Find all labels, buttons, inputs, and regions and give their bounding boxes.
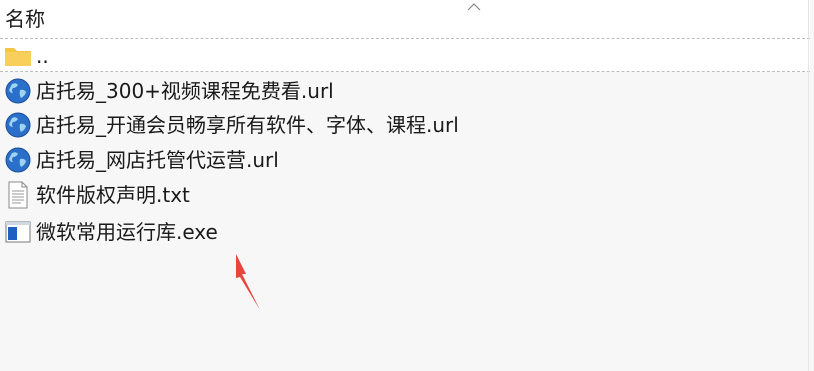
file-row-url-membership[interactable]: 店托易_开通会员畅享所有软件、字体、课程.url [0,108,810,142]
file-row-copyright-txt[interactable]: 软件版权声明.txt [0,178,810,212]
file-name: .. [36,44,49,68]
file-name: 微软常用运行库.exe [36,220,218,244]
file-name: 软件版权声明.txt [36,183,190,207]
file-name: 店托易_300+视频课程免费看.url [36,79,334,103]
file-row-url-store-management[interactable]: 店托易_网店托管代运营.url [0,143,810,177]
file-row-runtime-exe[interactable]: 微软常用运行库.exe [0,215,810,249]
red-arrow-annotation [236,254,260,310]
text-file-icon [8,181,28,209]
sort-ascending-icon[interactable] [467,2,481,12]
column-header: 名称 [0,0,810,38]
file-row-parent-folder[interactable]: .. [0,38,810,72]
pane-border [808,38,809,371]
column-header-name[interactable]: 名称 [5,6,45,32]
file-list-pane: 名称 .. 店托易_300+视频课程免费看.url 店托易_开通会员畅享所有软件… [0,0,814,371]
globe-icon [5,147,31,173]
exe-app-icon [5,221,31,243]
file-name: 店托易_网店托管代运营.url [36,148,279,172]
folder-icon [5,48,31,66]
column-divider[interactable] [808,0,809,38]
globe-icon [5,78,31,104]
file-name: 店托易_开通会员畅享所有软件、字体、课程.url [36,113,459,137]
globe-icon [5,112,31,138]
file-row-url-courses[interactable]: 店托易_300+视频课程免费看.url [0,74,810,108]
